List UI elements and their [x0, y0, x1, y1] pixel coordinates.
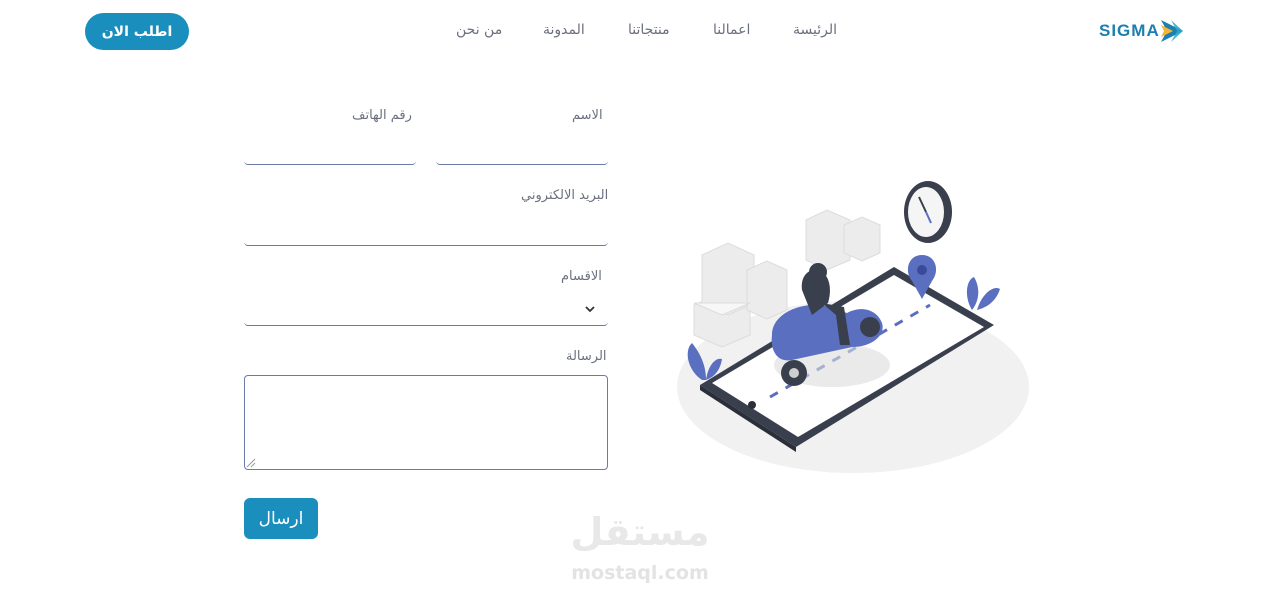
nav-item-products[interactable]: منتجاتنا: [628, 22, 670, 38]
nav-item-blog[interactable]: المدونة: [543, 22, 585, 38]
logo-text: SIGMA: [1099, 21, 1160, 40]
watermark-arabic: مستقل: [570, 510, 710, 554]
phone-input[interactable]: [244, 135, 416, 165]
name-label: الاسم: [572, 108, 603, 123]
message-textarea[interactable]: [244, 375, 608, 470]
resize-grip-icon[interactable]: [246, 458, 256, 468]
message-label: الرسالة: [566, 349, 607, 364]
email-input[interactable]: [244, 216, 608, 246]
chevron-down-icon: [585, 306, 595, 313]
phone-label: رقم الهاتف: [352, 108, 412, 123]
delivery-scooter-phone-illustration: [677, 181, 1029, 473]
watermark-latin: mostaql.com: [571, 562, 709, 584]
nav-item-about[interactable]: من نحن: [456, 22, 502, 38]
nav-item-works[interactable]: اعمالنا: [713, 22, 750, 38]
site-header: اطلب الان من نحن المدونة منتجاتنا اعمالن…: [0, 0, 1280, 64]
clock-icon: [904, 181, 952, 243]
main-nav: من نحن المدونة منتجاتنا اعمالنا الرئيسة: [0, 22, 1280, 42]
name-input[interactable]: [436, 135, 608, 165]
email-label: البريد الالكتروني: [521, 188, 609, 203]
double-chevron-logo-icon: [1161, 20, 1183, 42]
category-select[interactable]: [244, 292, 608, 326]
plant-right-icon: [966, 277, 1000, 310]
submit-button[interactable]: ارسال: [244, 498, 318, 539]
boxes-top-icon: [805, 209, 881, 271]
sigma-logo[interactable]: SIGMA: [1097, 17, 1187, 45]
nav-item-home[interactable]: الرئيسة: [793, 22, 837, 38]
category-label: الاقسام: [561, 269, 602, 284]
